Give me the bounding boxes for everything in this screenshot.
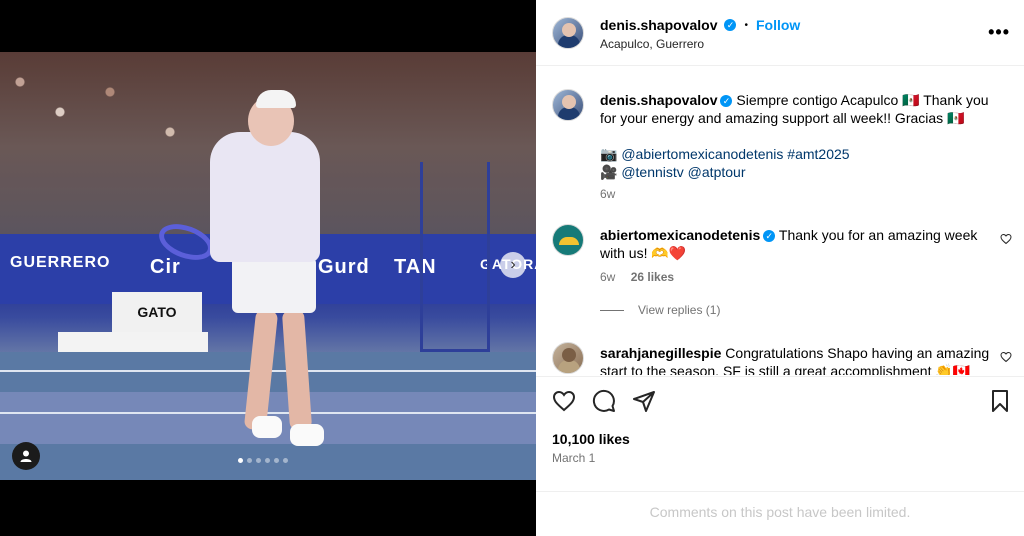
comment-item: abiertomexicanodetenis ✓ Thank you for an… bbox=[600, 226, 1000, 262]
header-username[interactable]: denis.shapovalov bbox=[600, 17, 717, 33]
post-header: denis.shapovalov ✓ • Follow Acapulco, Gu… bbox=[536, 0, 1024, 66]
comment-like-heart-icon[interactable] bbox=[1000, 351, 1012, 363]
caption-text-block: denis.shapovalov ✓ Siempre contigo Acapul… bbox=[600, 91, 1000, 127]
comment-username[interactable]: abiertomexicanodetenis bbox=[600, 227, 760, 243]
carousel-dot bbox=[265, 458, 270, 463]
header-user-row: denis.shapovalov ✓ • Follow bbox=[600, 17, 800, 33]
player-shirt bbox=[210, 132, 320, 262]
avatar[interactable] bbox=[552, 17, 584, 49]
caption-links-video[interactable]: @tennistv @atptour bbox=[621, 164, 745, 180]
player-shoe-right bbox=[290, 424, 324, 446]
post-photo[interactable]: GUERRERO Cir Gurd TAN GATORA GATO bbox=[0, 52, 536, 480]
caption-credits-line-1: 📷 @abiertomexicanodetenis #amt2025 bbox=[600, 145, 1000, 163]
view-replies-label: View replies (1) bbox=[638, 303, 721, 317]
player-cap bbox=[256, 90, 296, 108]
caption-time[interactable]: 6w bbox=[600, 187, 615, 201]
umpire-chair bbox=[420, 162, 490, 352]
instagram-post-viewer: GUERRERO Cir Gurd TAN GATORA GATO bbox=[0, 0, 1024, 536]
carousel-dot bbox=[283, 458, 288, 463]
comments-section[interactable]: denis.shapovalov ✓ Siempre contigo Acapul… bbox=[536, 67, 1024, 375]
post-location[interactable]: Acapulco, Guerrero bbox=[600, 37, 704, 51]
comment-item: sarahjanegillespie Congratulations Shapo… bbox=[600, 344, 1000, 375]
carousel-dot bbox=[256, 458, 261, 463]
caption-links-photo[interactable]: @abiertomexicanodetenis #amt2025 bbox=[621, 146, 849, 162]
post-side-panel: denis.shapovalov ✓ • Follow Acapulco, Gu… bbox=[536, 0, 1024, 536]
comment-avatar[interactable] bbox=[552, 342, 584, 374]
caption-avatar[interactable] bbox=[552, 89, 584, 121]
user-tag-button[interactable] bbox=[12, 442, 40, 470]
carousel-dot bbox=[238, 458, 243, 463]
banner-text-guerrero: GUERRERO bbox=[10, 254, 111, 271]
like-count[interactable]: 10,100 likes bbox=[552, 431, 630, 447]
carousel-dot bbox=[247, 458, 252, 463]
view-replies-button[interactable]: View replies (1) bbox=[600, 303, 720, 317]
header-separator: • bbox=[744, 19, 748, 31]
verified-badge-icon: ✓ bbox=[720, 95, 733, 108]
court-line-mid bbox=[0, 412, 536, 414]
bookmark-icon[interactable] bbox=[988, 389, 1012, 413]
follow-button[interactable]: Follow bbox=[756, 17, 800, 33]
player-shoe-left bbox=[252, 416, 282, 438]
banner-text-partner: Gurd bbox=[318, 256, 370, 278]
camera-emoji: 📷 bbox=[600, 146, 618, 162]
chevron-right-icon: › bbox=[510, 256, 516, 273]
courtside-ad: GATO bbox=[112, 292, 202, 332]
banner-text-cinemex: Cir bbox=[150, 256, 181, 278]
replies-divider bbox=[600, 309, 624, 311]
comment-username[interactable]: sarahjanegillespie bbox=[600, 345, 721, 361]
carousel-dot bbox=[274, 458, 279, 463]
media-pane: GUERRERO Cir Gurd TAN GATORA GATO bbox=[0, 0, 536, 536]
verified-badge-icon: ✓ bbox=[724, 19, 737, 31]
post-date[interactable]: March 1 bbox=[552, 451, 595, 465]
comment-likes[interactable]: 26 likes bbox=[631, 270, 674, 284]
comment-avatar[interactable] bbox=[552, 224, 584, 256]
caption-credits-line-2: 🎥 @tennistv @atptour bbox=[600, 163, 1000, 181]
next-slide-button[interactable]: › bbox=[500, 252, 526, 278]
comment-like-heart-icon[interactable] bbox=[1000, 233, 1012, 245]
share-icon[interactable] bbox=[632, 389, 656, 413]
video-camera-emoji: 🎥 bbox=[600, 164, 618, 180]
comment-meta: 6w 26 likes bbox=[600, 270, 674, 284]
more-options-icon[interactable]: ••• bbox=[988, 22, 1010, 43]
caption-username[interactable]: denis.shapovalov bbox=[600, 92, 717, 108]
comment-time[interactable]: 6w bbox=[600, 270, 615, 284]
player-shorts bbox=[232, 257, 316, 313]
verified-badge-icon: ✓ bbox=[763, 230, 776, 243]
carousel-indicator bbox=[238, 458, 288, 463]
post-actions: 10,100 likes March 1 Comments on this po… bbox=[536, 376, 1024, 532]
comment-icon[interactable] bbox=[592, 389, 616, 413]
heart-icon[interactable] bbox=[552, 389, 576, 413]
comments-limited-notice: Comments on this post have been limited. bbox=[536, 491, 1024, 533]
user-tag-icon bbox=[20, 450, 32, 462]
